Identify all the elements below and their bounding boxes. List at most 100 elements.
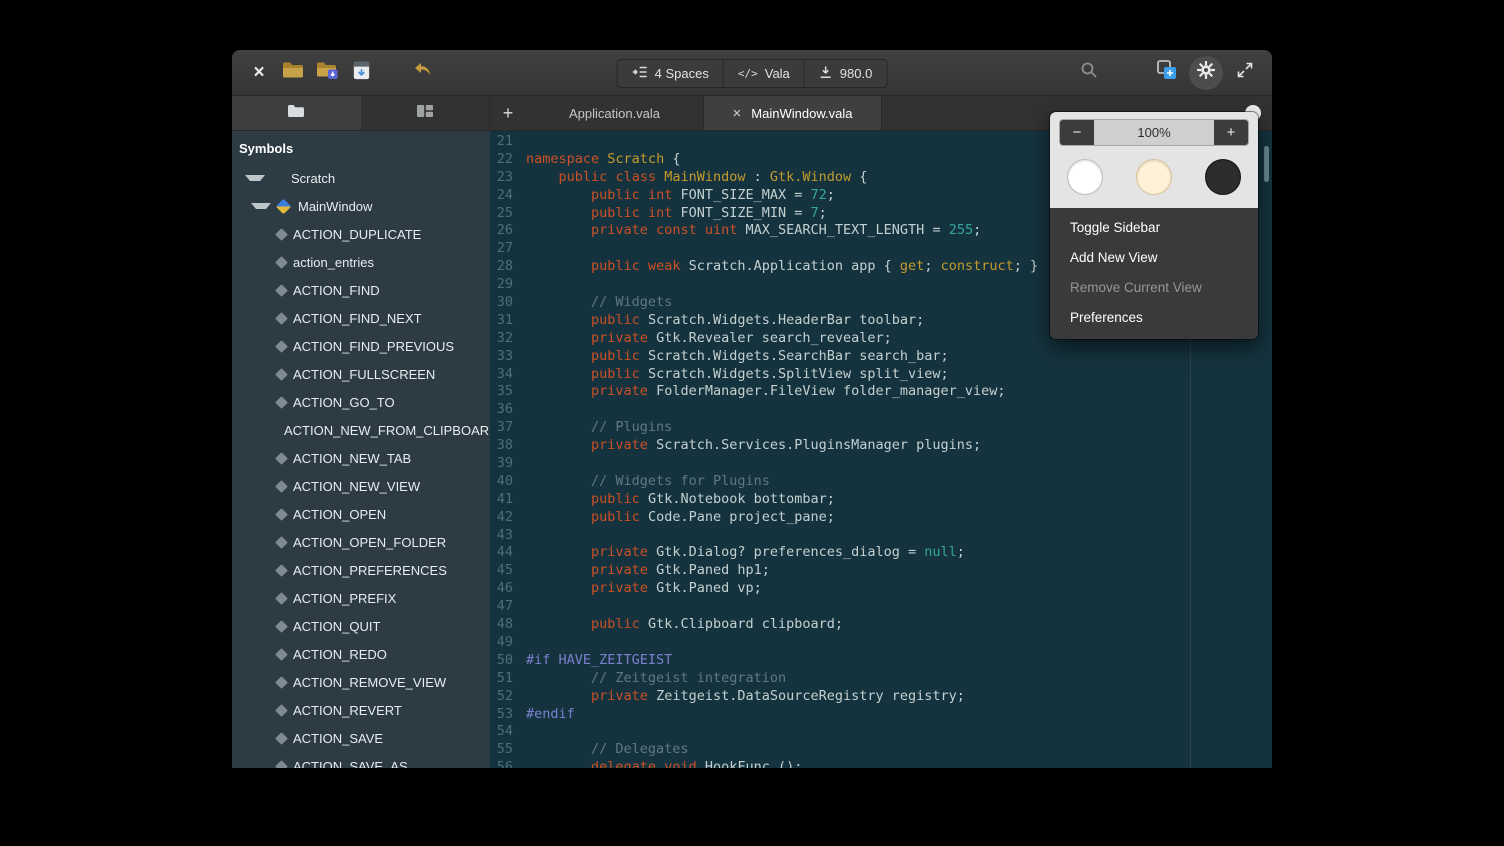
code-line-36[interactable]: 36 (490, 401, 1272, 419)
menu-item-toggle-sidebar[interactable]: Toggle Sidebar (1050, 213, 1258, 243)
symbol-item-action_remove_view[interactable]: ACTION_REMOVE_VIEW (232, 668, 490, 696)
member-diamond-icon (275, 704, 288, 717)
symbol-item-action_open[interactable]: ACTION_OPEN (232, 500, 490, 528)
line-number: 26 (490, 222, 520, 240)
line-number: 40 (490, 473, 520, 491)
code-text: public Gtk.Clipboard clipboard; (520, 616, 843, 634)
symbol-item-action_quit[interactable]: ACTION_QUIT (232, 612, 490, 640)
goto-line-button[interactable]: 980.0 (805, 60, 887, 87)
code-line-41[interactable]: 41 public Gtk.Notebook bottombar; (490, 491, 1272, 509)
menu-item-preferences[interactable]: Preferences (1050, 303, 1258, 333)
code-line-38[interactable]: 38 private Scratch.Services.PluginsManag… (490, 437, 1272, 455)
code-line-49[interactable]: 49 (490, 634, 1272, 652)
code-line-47[interactable]: 47 (490, 598, 1272, 616)
expander-arrow-icon[interactable] (245, 175, 265, 181)
member-diamond-icon (275, 340, 288, 353)
symbol-item-action_save[interactable]: ACTION_SAVE (232, 724, 490, 752)
symbol-member-list: ACTION_DUPLICATEaction_entriesACTION_FIN… (232, 220, 490, 768)
symbol-item-action_revert[interactable]: ACTION_REVERT (232, 696, 490, 724)
symbol-item-action_fullscreen[interactable]: ACTION_FULLSCREEN (232, 360, 490, 388)
code-line-52[interactable]: 52 private Zeitgeist.DataSourceRegistry … (490, 688, 1272, 706)
code-line-35[interactable]: 35 private FolderManager.FileView folder… (490, 383, 1272, 401)
symbol-item-action_entries[interactable]: action_entries (232, 248, 490, 276)
zoom-out-button[interactable]: − (1060, 120, 1094, 145)
indentation-button[interactable]: 4 Spaces (618, 60, 724, 87)
zoom-in-button[interactable]: + (1214, 120, 1248, 145)
new-tab-button[interactable]: + (490, 96, 526, 130)
code-text: public Scratch.Widgets.SplitView split_v… (520, 366, 949, 384)
save-file-button[interactable] (344, 56, 378, 90)
code-line-39[interactable]: 39 (490, 455, 1272, 473)
symbol-root-scratch[interactable]: Scratch (232, 164, 490, 192)
expander-arrow-icon[interactable] (251, 203, 271, 209)
symbol-item-action_save_as[interactable]: ACTION_SAVE_AS (232, 752, 490, 768)
code-line-56[interactable]: 56 delegate void HookFunc (); (490, 759, 1272, 768)
symbol-item-action_redo[interactable]: ACTION_REDO (232, 640, 490, 668)
code-line-37[interactable]: 37 // Plugins (490, 419, 1272, 437)
symbol-item-action_go_to[interactable]: ACTION_GO_TO (232, 388, 490, 416)
indent-icon (632, 65, 648, 82)
code-line-40[interactable]: 40 // Widgets for Plugins (490, 473, 1272, 491)
open-file-button[interactable] (276, 56, 310, 90)
symbol-item-action_prefix[interactable]: ACTION_PREFIX (232, 584, 490, 612)
code-line-55[interactable]: 55 // Delegates (490, 741, 1272, 759)
code-line-42[interactable]: 42 public Code.Pane project_pane; (490, 509, 1272, 527)
panel-tab-layout[interactable] (361, 96, 490, 130)
search-button[interactable] (1072, 56, 1106, 90)
close-window-button[interactable]: × (242, 56, 276, 90)
line-number: 27 (490, 240, 520, 258)
line-number: 30 (490, 294, 520, 312)
symbol-class-mainwindow[interactable]: MainWindow (232, 192, 490, 220)
symbol-item-action_new_tab[interactable]: ACTION_NEW_TAB (232, 444, 490, 472)
close-icon: × (253, 63, 264, 82)
tab-application-vala[interactable]: Application.vala (526, 96, 704, 130)
symbol-item-action_find_previous[interactable]: ACTION_FIND_PREVIOUS (232, 332, 490, 360)
code-text: // Zeitgeist integration (520, 670, 786, 688)
line-number: 23 (490, 169, 520, 187)
add-view-button[interactable] (1150, 56, 1184, 90)
code-line-44[interactable]: 44 private Gtk.Dialog? preferences_dialo… (490, 544, 1272, 562)
panel-tab-files[interactable] (232, 96, 361, 130)
language-button[interactable]: </> Vala (724, 60, 805, 87)
undo-icon (412, 60, 434, 85)
code-line-46[interactable]: 46 private Gtk.Paned vp; (490, 580, 1272, 598)
code-line-45[interactable]: 45 private Gtk.Paned hp1; (490, 562, 1272, 580)
code-text: private Zeitgeist.DataSourceRegistry reg… (520, 688, 965, 706)
code-line-54[interactable]: 54 (490, 723, 1272, 741)
member-diamond-icon (275, 648, 288, 661)
color-scheme-dark[interactable] (1205, 159, 1241, 195)
line-number: 21 (490, 133, 520, 151)
symbol-item-action_new_view[interactable]: ACTION_NEW_VIEW (232, 472, 490, 500)
line-number: 43 (490, 527, 520, 545)
tab-mainwindow-vala[interactable]: × MainWindow.vala (704, 96, 882, 130)
code-line-48[interactable]: 48 public Gtk.Clipboard clipboard; (490, 616, 1272, 634)
member-diamond-icon (275, 284, 288, 297)
open-folder-button[interactable] (310, 56, 344, 90)
code-line-33[interactable]: 33 public Scratch.Widgets.SearchBar sear… (490, 348, 1272, 366)
headerbar-left-group: × (242, 56, 440, 90)
color-scheme-sepia[interactable] (1136, 159, 1172, 195)
code-line-51[interactable]: 51 // Zeitgeist integration (490, 670, 1272, 688)
symbol-item-action_new_from_clipboard[interactable]: ACTION_NEW_FROM_CLIPBOARD (232, 416, 490, 444)
symbol-item-action_open_folder[interactable]: ACTION_OPEN_FOLDER (232, 528, 490, 556)
member-diamond-icon (275, 676, 288, 689)
symbol-label: ACTION_NEW_TAB (293, 451, 411, 466)
tab-close-icon[interactable]: × (733, 106, 742, 121)
symbol-item-action_duplicate[interactable]: ACTION_DUPLICATE (232, 220, 490, 248)
editor-scrollbar[interactable] (1264, 146, 1269, 182)
fullscreen-button[interactable] (1228, 56, 1262, 90)
settings-menu-button[interactable] (1189, 56, 1223, 90)
popover-menu: Toggle SidebarAdd New ViewRemove Current… (1050, 208, 1258, 339)
code-line-53[interactable]: 53#endif (490, 706, 1272, 724)
color-scheme-light[interactable] (1067, 159, 1103, 195)
code-line-43[interactable]: 43 (490, 527, 1272, 545)
symbol-item-action_find_next[interactable]: ACTION_FIND_NEXT (232, 304, 490, 332)
settings-popover: − 100% + Toggle SidebarAdd New ViewRemov… (1050, 112, 1258, 339)
symbol-item-action_preferences[interactable]: ACTION_PREFERENCES (232, 556, 490, 584)
code-text: #endif (520, 706, 575, 724)
code-line-50[interactable]: 50#if HAVE_ZEITGEIST (490, 652, 1272, 670)
code-line-34[interactable]: 34 public Scratch.Widgets.SplitView spli… (490, 366, 1272, 384)
menu-item-add-new-view[interactable]: Add New View (1050, 243, 1258, 273)
undo-button[interactable] (406, 56, 440, 90)
symbol-item-action_find[interactable]: ACTION_FIND (232, 276, 490, 304)
